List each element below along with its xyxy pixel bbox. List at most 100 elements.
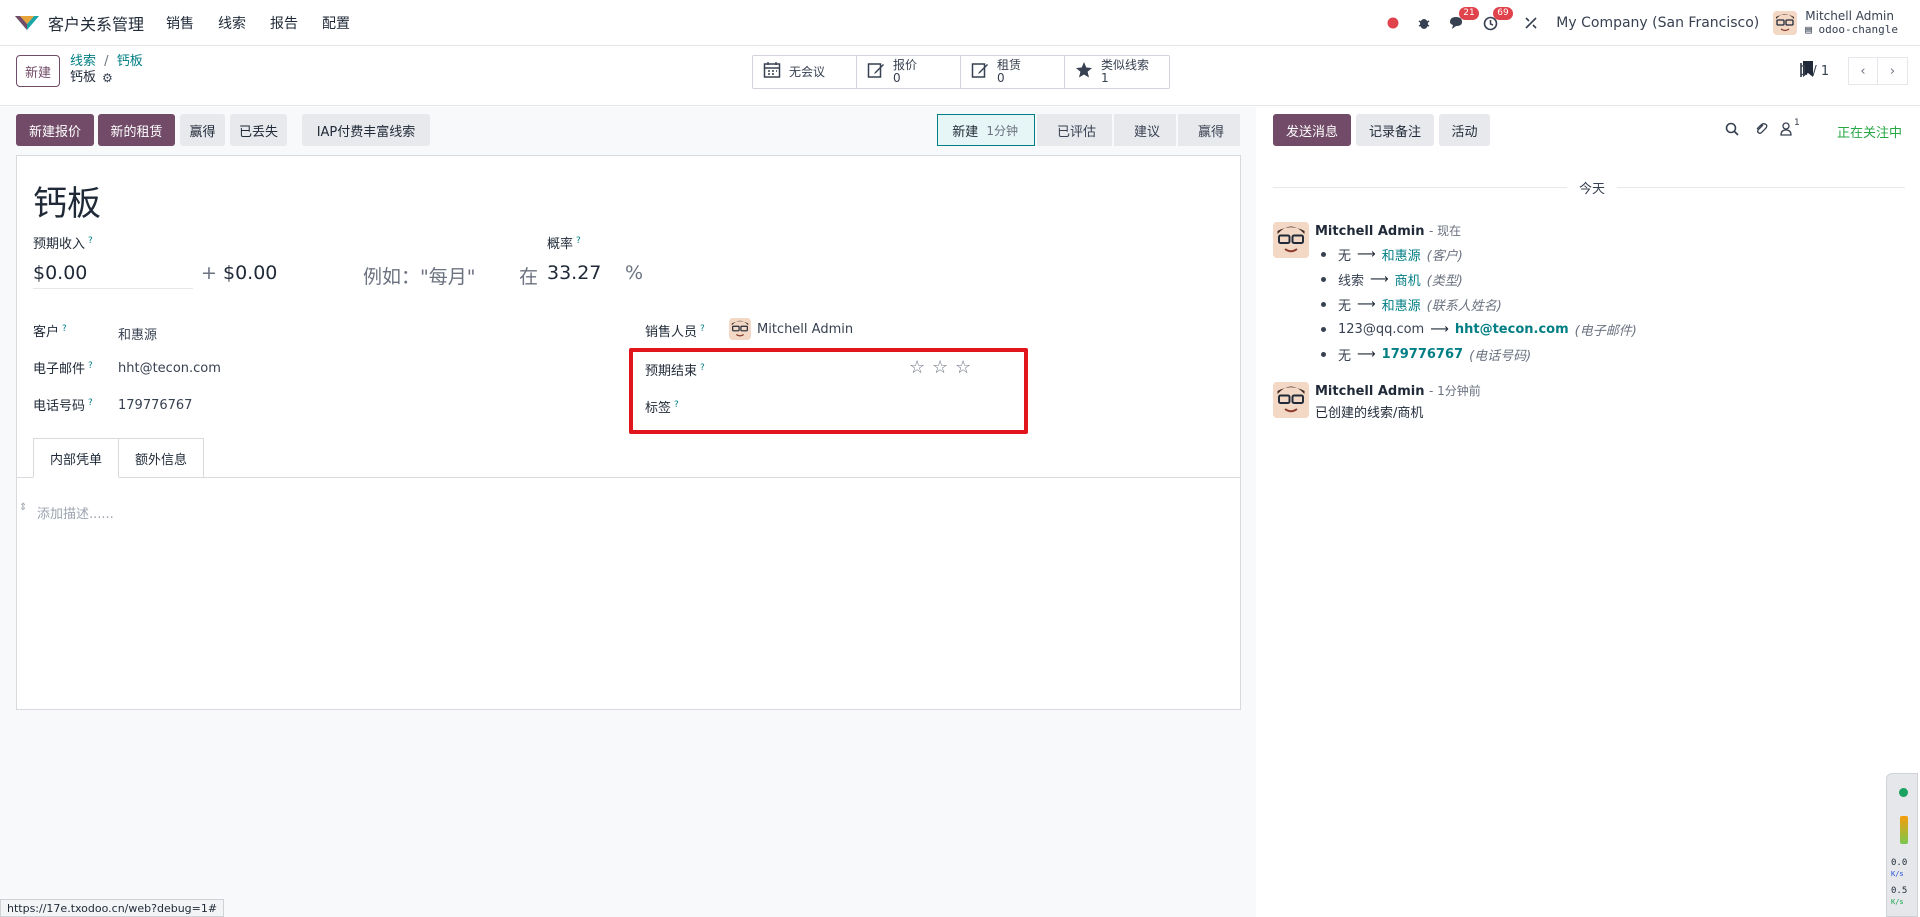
tab-internal-notes[interactable]: 内部凭单 <box>33 438 120 478</box>
notebook-tabs: 内部凭单 额外信息 <box>33 438 205 478</box>
menu-sales[interactable]: 销售 <box>166 13 194 33</box>
drag-handle-icon[interactable]: ⇕ <box>19 502 27 513</box>
send-message-button[interactable]: 发送消息 <box>1273 114 1351 146</box>
message-author: Mitchell Admin - 现在 <box>1315 222 1461 239</box>
bullet <box>1321 352 1326 357</box>
record-dot-icon[interactable] <box>1387 17 1399 29</box>
chatter-panel: 发送消息 记录备注 活动 1 正在关注中 今天 Mitchell Admin -… <box>1257 107 1920 917</box>
stage-new[interactable]: 新建 1分钟 <box>937 114 1035 146</box>
probability-input[interactable]: 33.27 <box>547 262 601 284</box>
message-created: Mitchell Admin - 1分钟前 已创建的线索/商机 <box>1273 382 1893 427</box>
tracking-new-value: 和惠源 <box>1381 249 1421 264</box>
author-avatar[interactable] <box>1273 382 1309 418</box>
paperclip-icon[interactable] <box>1754 122 1768 140</box>
breadcrumb-current-link[interactable]: 钙板 <box>117 54 143 69</box>
help-icon[interactable]: ? <box>62 324 67 334</box>
tab-extra-info[interactable]: 额外信息 <box>119 438 205 478</box>
author-avatar[interactable] <box>1273 222 1309 258</box>
recurring-plan-input[interactable]: 例如："每月" <box>363 262 475 289</box>
user-icon <box>1780 122 1792 136</box>
smart-button-similar-leads[interactable]: 类似线索 1 <box>1065 56 1169 88</box>
message-author-name[interactable]: Mitchell Admin <box>1315 224 1424 239</box>
stage-qualified-label: 已评估 <box>1056 124 1096 140</box>
smart-button-rentals-value: 0 <box>997 71 1005 85</box>
phone-field[interactable]: 179776767 <box>118 398 192 413</box>
customer-field[interactable]: 和惠源 <box>118 324 157 343</box>
lead-title[interactable]: 钙板 <box>33 176 101 225</box>
debug-bug-icon[interactable] <box>1417 16 1431 30</box>
salesperson-field[interactable]: Mitchell Admin <box>729 318 853 340</box>
breadcrumb-leads-link[interactable]: 线索 <box>70 54 96 69</box>
expected-revenue-label: 预期收入? <box>33 233 93 252</box>
description-editor[interactable]: 添加描述...... <box>37 503 114 522</box>
chevron-left-icon: ‹ <box>1860 63 1866 79</box>
search-icon[interactable] <box>1725 122 1739 140</box>
smart-button-meetings[interactable]: 无会议 <box>753 56 857 88</box>
mark-won-button[interactable]: 赢得 <box>180 114 225 146</box>
stage-qualified[interactable]: 已评估 <box>1036 114 1112 146</box>
probability-label-text: 概率 <box>547 237 574 252</box>
pager-previous-button[interactable]: ‹ <box>1848 57 1878 85</box>
activity-count-badge: 69 <box>1493 6 1513 20</box>
help-icon[interactable]: ? <box>88 236 93 246</box>
percent-sign: % <box>625 262 644 284</box>
pager-next-button[interactable]: › <box>1878 57 1908 85</box>
menu-leads[interactable]: 线索 <box>218 13 246 33</box>
arrow-right-icon: ⟶ <box>1357 297 1376 312</box>
upload-unit: K/s <box>1891 898 1904 906</box>
stage-pipeline: 新建 1分钟 已评估 建议 赢得 <box>935 114 1240 146</box>
message-author-name[interactable]: Mitchell Admin <box>1315 384 1424 399</box>
status-dot-icon <box>1899 788 1908 797</box>
tracking-field: (联系人姓名) <box>1426 299 1502 314</box>
messaging-icon[interactable]: 21 <box>1449 7 1479 30</box>
chevron-right-icon: › <box>1889 63 1896 79</box>
log-note-button[interactable]: 记录备注 <box>1356 114 1434 146</box>
tracking-new-value: 和惠源 <box>1381 299 1421 314</box>
database-name: ▤ odoo-changle <box>1805 23 1898 37</box>
gear-icon[interactable]: ⚙ <box>102 70 113 86</box>
followers-button[interactable]: 1 <box>1780 118 1800 136</box>
activity-button[interactable]: 活动 <box>1439 114 1490 146</box>
crm-logo-icon[interactable] <box>14 12 40 34</box>
breadcrumb: 线索 / 钙板 钙板 ⚙ <box>70 54 143 86</box>
new-record-button[interactable]: 新建 <box>16 55 61 87</box>
tracking-old-value: 无 <box>1338 299 1352 314</box>
tracking-old-value: 线索 <box>1338 274 1365 289</box>
iap-enrich-button[interactable]: IAP付费丰富线索 <box>302 114 430 146</box>
smart-button-rentals-label: 租赁 <box>997 58 1022 72</box>
tracking-field: (类型) <box>1426 274 1463 289</box>
menu-reporting[interactable]: 报告 <box>270 13 298 33</box>
stage-won[interactable]: 赢得 <box>1177 114 1240 146</box>
help-icon[interactable]: ? <box>700 324 705 334</box>
help-icon[interactable]: ? <box>576 236 581 246</box>
new-quotation-button[interactable]: 新建报价 <box>16 114 94 146</box>
new-rental-button[interactable]: 新的租赁 <box>98 114 175 146</box>
network-speed-widget[interactable]: 0.0 K/s 0.5 K/s <box>1886 773 1918 917</box>
following-status[interactable]: 正在关注中 <box>1837 122 1902 141</box>
company-switcher[interactable]: My Company (San Francisco) <box>1556 15 1759 31</box>
list-item: 无 ⟶ 179776767 (电话号码) <box>1315 342 1637 367</box>
tools-icon[interactable] <box>1524 16 1538 30</box>
database-label: odoo-changle <box>1818 23 1898 36</box>
salesperson-avatar <box>729 318 751 340</box>
help-icon[interactable]: ? <box>88 398 93 408</box>
arrow-right-icon: ⟶ <box>1357 247 1376 262</box>
help-icon[interactable]: ? <box>88 361 93 371</box>
tracking-new-value: 179776767 <box>1381 347 1464 362</box>
expected-revenue-input[interactable]: $0.00 <box>33 262 87 284</box>
menu-configuration[interactable]: 配置 <box>322 13 350 33</box>
stage-proposition[interactable]: 建议 <box>1113 114 1176 146</box>
at-label: 在 <box>519 266 539 288</box>
smart-button-quotations-label: 报价 <box>893 58 918 72</box>
activity-clock-icon[interactable]: 69 <box>1483 6 1513 31</box>
app-name[interactable]: 客户关系管理 <box>48 11 144 35</box>
salesperson-label-text: 销售人员 <box>645 325 698 340</box>
recurring-revenue-input[interactable]: $0.00 <box>223 262 277 284</box>
pager-value[interactable]: 1 / 1 <box>1800 64 1829 79</box>
email-field[interactable]: hht@tecon.com <box>118 361 221 376</box>
tracking-old-value: 无 <box>1338 249 1352 264</box>
smart-button-rentals[interactable]: 租赁 0 <box>961 56 1065 88</box>
smart-button-quotations[interactable]: 报价 0 <box>857 56 961 88</box>
user-menu[interactable]: Mitchell Admin ▤ odoo-changle <box>1773 9 1898 37</box>
mark-lost-button[interactable]: 已丢失 <box>230 114 287 146</box>
